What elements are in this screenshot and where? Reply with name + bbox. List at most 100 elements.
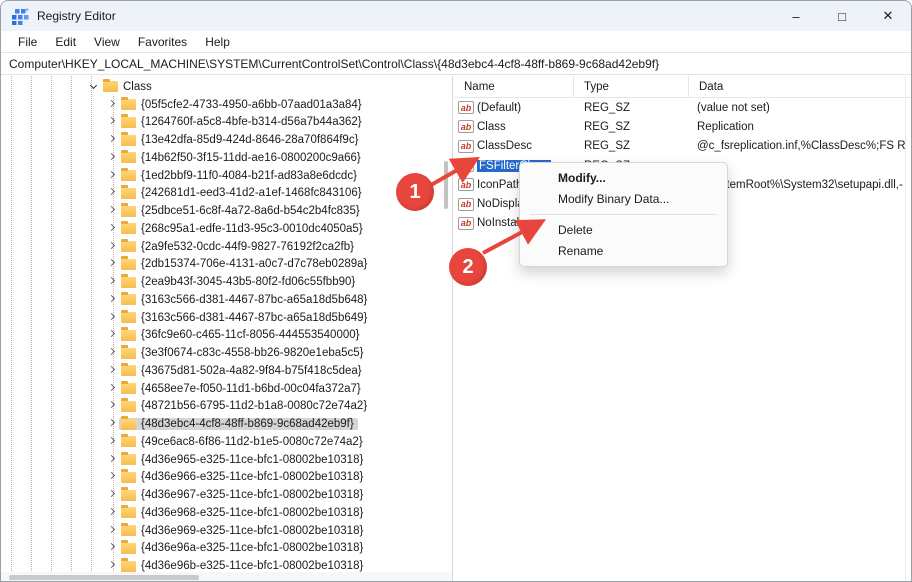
close-button[interactable]: ✕ [865, 1, 911, 31]
chevron-right-icon[interactable] [105, 346, 119, 360]
chevron-right-icon[interactable] [105, 417, 119, 431]
tree-item[interactable]: {36fc9e60-c465-11cf-8056-444553540000} [1, 327, 440, 345]
tree-item-content[interactable]: {2ea9b43f-3045-43b5-80f2-fd06c55fbb90} [119, 276, 359, 288]
menu-help[interactable]: Help [196, 33, 239, 51]
tree-item[interactable]: {05f5cfe2-4733-4950-a6bb-07aad01a3a84} [1, 96, 440, 114]
menu-favorites[interactable]: Favorites [129, 33, 196, 51]
chevron-right-icon[interactable] [105, 151, 119, 165]
chevron-right-icon[interactable] [105, 328, 119, 342]
chevron-right-icon[interactable] [105, 133, 119, 147]
value-row[interactable]: abClassDescREG_SZ@c_fsreplication.inf,%C… [454, 137, 912, 156]
chevron-right-icon[interactable] [105, 204, 119, 218]
tree-item[interactable]: {25dbce51-6c8f-4a72-8a6d-b54c2b4fc835} [1, 202, 440, 220]
tree-item-content[interactable]: {48d3ebc4-4cf8-48ff-b869-9c68ad42eb9f} [119, 418, 358, 430]
tree-item-content[interactable]: {13e42dfa-85d9-424d-8646-28a70f864f9c} [119, 134, 362, 146]
tree-item[interactable]: {4d36e968-e325-11ce-bfc1-08002be10318} [1, 504, 440, 522]
tree-item[interactable]: Class [1, 78, 440, 96]
chevron-right-icon[interactable] [105, 541, 119, 555]
chevron-right-icon[interactable] [105, 382, 119, 396]
menu-view[interactable]: View [85, 33, 129, 51]
tree-item[interactable]: {268c95a1-edfe-11d3-95c3-0010dc4050a5} [1, 220, 440, 238]
tree-item[interactable]: {4d36e96a-e325-11ce-bfc1-08002be10318} [1, 540, 440, 558]
tree-item[interactable]: {3e3f0674-c83c-4558-bb26-9820e1eba5c5} [1, 344, 440, 362]
tree-horizontal-scrollbar-thumb[interactable] [9, 575, 199, 580]
value-row[interactable]: abClassREG_SZReplication [454, 117, 912, 136]
tree-item-content[interactable]: {268c95a1-edfe-11d3-95c3-0010dc4050a5} [119, 223, 367, 235]
tree-item[interactable]: {49ce6ac8-6f86-11d2-b1e5-0080c72e74a2} [1, 433, 440, 451]
chevron-right-icon[interactable] [105, 293, 119, 307]
tree-item-content[interactable]: {4658ee7e-f050-11d1-b6bd-00c04fa372a7} [119, 383, 365, 395]
tree-item[interactable]: {13e42dfa-85d9-424d-8646-28a70f864f9c} [1, 131, 440, 149]
chevron-right-icon[interactable] [105, 399, 119, 413]
tree-item-content[interactable]: {1ed2bbf9-11f0-4084-b21f-ad83a8e6dcdc} [119, 170, 361, 182]
tree-item-content[interactable]: {4d36e96b-e325-11ce-bfc1-08002be10318} [119, 560, 367, 572]
tree-item[interactable]: {2a9fe532-0cdc-44f9-9827-76192f2ca2fb} [1, 238, 440, 256]
tree-item[interactable]: {4658ee7e-f050-11d1-b6bd-00c04fa372a7} [1, 380, 440, 398]
chevron-right-icon[interactable] [105, 470, 119, 484]
tree-item-content[interactable]: {2db15374-706e-4131-a0c7-d7c78eb0289a} [119, 258, 371, 270]
address-bar[interactable]: Computer\HKEY_LOCAL_MACHINE\SYSTEM\Curre… [1, 54, 911, 75]
column-header-name[interactable]: Name [454, 76, 574, 98]
tree-item-content[interactable]: {1264760f-a5c8-4bfe-b314-d56a7b44a362} [119, 116, 366, 128]
tree-item[interactable]: {2ea9b43f-3045-43b5-80f2-fd06c55fbb90} [1, 273, 440, 291]
tree-item-content[interactable]: Class [101, 81, 156, 93]
chevron-right-icon[interactable] [105, 435, 119, 449]
tree-item[interactable]: {1ed2bbf9-11f0-4084-b21f-ad83a8e6dcdc} [1, 167, 440, 185]
tree-item-content[interactable]: {4d36e96a-e325-11ce-bfc1-08002be10318} [119, 542, 367, 554]
tree-item[interactable]: {4d36e967-e325-11ce-bfc1-08002be10318} [1, 486, 440, 504]
context-menu-item-modify[interactable]: Modify... [520, 167, 727, 189]
tree-item-content[interactable]: {3163c566-d381-4467-87bc-a65a18d5b648} [119, 294, 371, 306]
chevron-right-icon[interactable] [105, 488, 119, 502]
tree-item-content[interactable]: {4d36e968-e325-11ce-bfc1-08002be10318} [119, 507, 367, 519]
tree-item[interactable]: {4d36e969-e325-11ce-bfc1-08002be10318} [1, 522, 440, 540]
tree-item-content[interactable]: {4d36e966-e325-11ce-bfc1-08002be10318} [119, 471, 367, 483]
tree-item-content[interactable]: {242681d1-eed3-41d2-a1ef-1468fc843106} [119, 187, 366, 199]
tree-item-content[interactable]: {14b62f50-3f15-11dd-ae16-0800200c9a66} [119, 152, 365, 164]
tree-item-content[interactable]: {49ce6ac8-6f86-11d2-b1e5-0080c72e74a2} [119, 436, 367, 448]
context-menu-item-rename[interactable]: Rename [520, 241, 727, 263]
menu-file[interactable]: File [9, 33, 46, 51]
tree-item[interactable]: {4d36e965-e325-11ce-bfc1-08002be10318} [1, 451, 440, 469]
tree-item[interactable]: {48721b56-6795-11d2-b1a8-0080c72e74a2} [1, 398, 440, 416]
tree-vertical-scrollbar[interactable] [444, 161, 448, 209]
chevron-right-icon[interactable] [105, 275, 119, 289]
menu-edit[interactable]: Edit [46, 33, 85, 51]
tree-item-content[interactable]: {3e3f0674-c83c-4558-bb26-9820e1eba5c5} [119, 347, 368, 359]
value-row[interactable]: ab(Default)REG_SZ(value not set) [454, 98, 912, 117]
chevron-right-icon[interactable] [105, 98, 119, 112]
chevron-right-icon[interactable] [105, 240, 119, 254]
tree-item-content[interactable]: {4d36e967-e325-11ce-bfc1-08002be10318} [119, 489, 367, 501]
chevron-right-icon[interactable] [105, 115, 119, 129]
tree-item[interactable]: {14b62f50-3f15-11dd-ae16-0800200c9a66} [1, 149, 440, 167]
tree-item[interactable]: {43675d81-502a-4a82-9f84-b75f418c5dea} [1, 362, 440, 380]
tree-item[interactable]: {3163c566-d381-4467-87bc-a65a18d5b648} [1, 291, 440, 309]
column-header-data[interactable]: Data [689, 76, 906, 98]
tree-item-content[interactable]: {2a9fe532-0cdc-44f9-9827-76192f2ca2fb} [119, 241, 358, 253]
chevron-right-icon[interactable] [105, 186, 119, 200]
chevron-right-icon[interactable] [105, 364, 119, 378]
tree-item[interactable]: {4d36e966-e325-11ce-bfc1-08002be10318} [1, 469, 440, 487]
chevron-right-icon[interactable] [105, 311, 119, 325]
tree-item-content[interactable]: {25dbce51-6c8f-4a72-8a6d-b54c2b4fc835} [119, 205, 364, 217]
chevron-right-icon[interactable] [105, 169, 119, 183]
chevron-right-icon[interactable] [105, 506, 119, 520]
chevron-right-icon[interactable] [105, 222, 119, 236]
context-menu-item-delete[interactable]: Delete [520, 219, 727, 241]
tree-item-content[interactable]: {36fc9e60-c465-11cf-8056-444553540000} [119, 329, 363, 341]
chevron-right-icon[interactable] [105, 453, 119, 467]
tree-item[interactable]: {2db15374-706e-4131-a0c7-d7c78eb0289a} [1, 256, 440, 274]
chevron-right-icon[interactable] [105, 257, 119, 271]
tree-item[interactable]: {1264760f-a5c8-4bfe-b314-d56a7b44a362} [1, 114, 440, 132]
context-menu-item-modify-binary-data[interactable]: Modify Binary Data... [520, 189, 727, 211]
tree-horizontal-scrollbar[interactable] [1, 572, 453, 582]
chevron-right-icon[interactable] [105, 524, 119, 538]
tree-item-content[interactable]: {43675d81-502a-4a82-9f84-b75f418c5dea} [119, 365, 366, 377]
column-header-type[interactable]: Type [574, 76, 689, 98]
tree-item-content[interactable]: {4d36e969-e325-11ce-bfc1-08002be10318} [119, 525, 367, 537]
tree-item-content[interactable]: {48721b56-6795-11d2-b1a8-0080c72e74a2} [119, 400, 371, 412]
tree-item[interactable]: {3163c566-d381-4467-87bc-a65a18d5b649} [1, 309, 440, 327]
chevron-down-icon[interactable] [87, 80, 101, 94]
tree-item-content[interactable]: {4d36e965-e325-11ce-bfc1-08002be10318} [119, 454, 367, 466]
minimize-button[interactable]: – [773, 1, 819, 31]
maximize-button[interactable]: □ [819, 1, 865, 31]
